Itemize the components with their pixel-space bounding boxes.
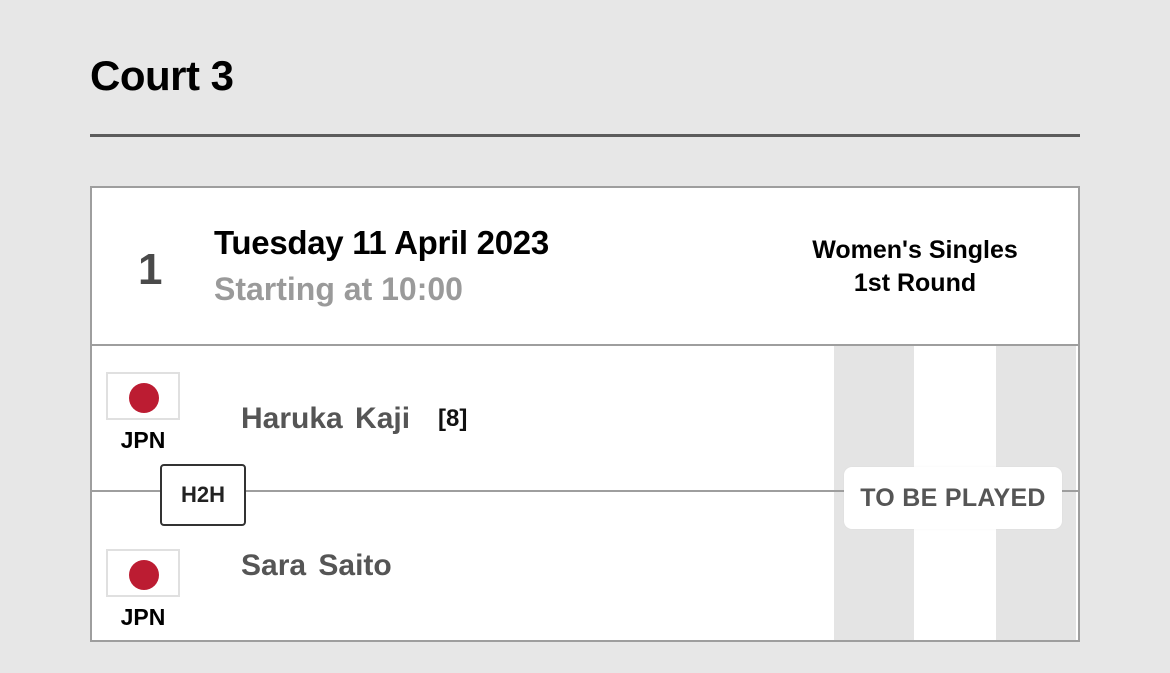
match-card: 1 Tuesday 11 April 2023 Starting at 10:0… (90, 186, 1080, 642)
player-seed: [8] (438, 405, 468, 432)
event-info: Women's Singles 1st Round (792, 234, 1038, 300)
flag-circle (129, 560, 159, 590)
title-divider (90, 134, 1080, 137)
match-body: JPN Haruka Kaji [8] JPN Sara Saito H2H T… (92, 346, 1078, 640)
flag-circle (129, 383, 159, 413)
court-title: Court 3 (90, 52, 234, 99)
match-start-time: Starting at 10:00 (214, 271, 463, 307)
country-code: JPN (120, 427, 166, 453)
event-round: 1st Round (853, 269, 977, 297)
h2h-button[interactable]: H2H (160, 464, 246, 526)
match-status-badge: TO BE PLAYED (844, 467, 1062, 529)
match-number: 1 (138, 245, 163, 294)
player-name[interactable]: Sara Saito (241, 547, 392, 585)
match-header: 1 Tuesday 11 April 2023 Starting at 10:0… (92, 188, 1078, 346)
match-date: Tuesday 11 April 2023 (214, 224, 549, 261)
japan-flag-icon (106, 372, 180, 420)
country-code: JPN (120, 604, 166, 630)
player-name[interactable]: Haruka Kaji (241, 400, 410, 438)
japan-flag-icon (106, 549, 180, 597)
event-name: Women's Singles (812, 236, 1018, 264)
